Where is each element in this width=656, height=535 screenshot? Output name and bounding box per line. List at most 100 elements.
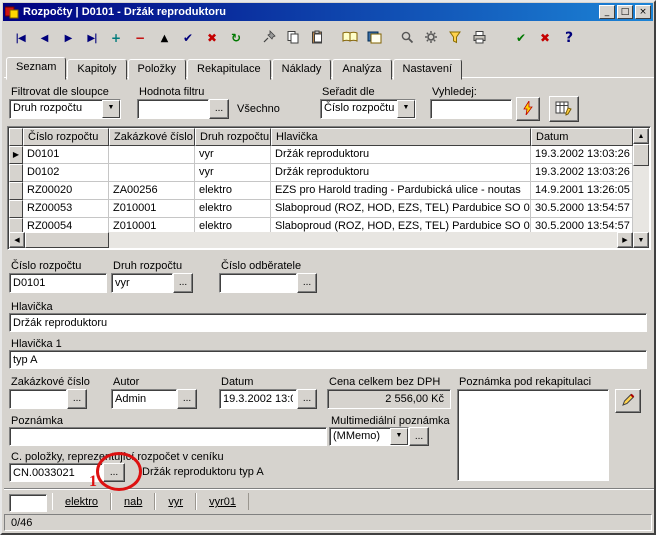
- filter-value-input[interactable]: [137, 99, 209, 119]
- refresh-button[interactable]: ↻: [224, 26, 248, 50]
- tab-naklady[interactable]: Náklady: [272, 59, 332, 80]
- table-row[interactable]: RZ00054 Z010001 elektro Slaboproud (ROZ,…: [9, 218, 633, 232]
- app-window: Rozpočty | D0101 - Držák reproduktoru _ …: [0, 0, 656, 535]
- cislo-rozpoctu-input[interactable]: [9, 273, 107, 293]
- quicktab-nab[interactable]: nab: [111, 493, 155, 510]
- column-header-datum[interactable]: Datum: [531, 128, 633, 146]
- gear-icon: [424, 30, 438, 47]
- quicktab-elektro[interactable]: elektro: [52, 493, 111, 510]
- minimize-button[interactable]: _: [599, 5, 615, 19]
- quicktab-vyr01[interactable]: vyr01: [196, 493, 249, 510]
- column-header-cislo[interactable]: Číslo rozpočtu: [23, 128, 109, 146]
- prior-record-button[interactable]: ◀: [32, 26, 56, 50]
- zakazkove-cislo-input[interactable]: [9, 389, 67, 409]
- price-list-copy-button[interactable]: [362, 26, 386, 50]
- chevron-down-icon[interactable]: ▼: [397, 100, 415, 118]
- confirm-button[interactable]: ✔: [509, 26, 533, 50]
- copy-button[interactable]: [281, 26, 305, 50]
- hscroll-thumb[interactable]: [25, 232, 109, 248]
- print-button[interactable]: [467, 26, 491, 50]
- poznamka-input[interactable]: [9, 427, 327, 446]
- help-button[interactable]: ?: [557, 26, 581, 50]
- poznamka-rekap-textarea[interactable]: [457, 389, 609, 481]
- toolbar-separator: [386, 26, 395, 50]
- tab-nastaveni[interactable]: Nastavení: [393, 59, 463, 80]
- filter-column-label: Filtrovat dle sloupce: [11, 86, 109, 98]
- scroll-left-icon[interactable]: ◀: [9, 232, 25, 248]
- druh-rozpoctu-input[interactable]: [111, 273, 173, 293]
- zakazkove-cislo-ellipsis-button[interactable]: ...: [67, 389, 87, 409]
- price-list-button[interactable]: [338, 26, 362, 50]
- chevron-down-icon[interactable]: ▼: [102, 100, 120, 118]
- scroll-right-icon[interactable]: ▶: [617, 232, 633, 248]
- column-header-hlavicka[interactable]: Hlavička: [271, 128, 531, 146]
- column-header-zakazka[interactable]: Zakázkové číslo: [109, 128, 195, 146]
- toolbar-separator: [248, 26, 257, 50]
- last-record-button[interactable]: ▶|: [80, 26, 104, 50]
- druh-rozpoctu-ellipsis-button[interactable]: ...: [173, 273, 193, 293]
- quicktab-vyr[interactable]: vyr: [155, 493, 196, 510]
- title-bar[interactable]: Rozpočty | D0101 - Držák reproduktoru _ …: [3, 3, 653, 21]
- table-row[interactable]: ▶ D0101 vyr Držák reproduktoru 19.3.2002…: [9, 146, 633, 164]
- quickfilter-input[interactable]: [9, 494, 47, 512]
- druh-rozpoctu-label: Druh rozpočtu: [113, 260, 182, 272]
- delete-record-button[interactable]: −: [128, 26, 152, 50]
- maximize-button[interactable]: □: [617, 5, 633, 19]
- cislo-odberatele-ellipsis-button[interactable]: ...: [297, 273, 317, 293]
- search-execute-button[interactable]: [516, 97, 540, 121]
- filter-button[interactable]: [443, 26, 467, 50]
- close-form-button[interactable]: ✖: [533, 26, 557, 50]
- cena-label: Cena celkem bez DPH: [329, 376, 440, 388]
- scroll-down-icon[interactable]: ▼: [633, 232, 649, 248]
- cancel-record-button[interactable]: ✖: [200, 26, 224, 50]
- table-row[interactable]: RZ00053 Z010001 elektro Slaboproud (ROZ,…: [9, 200, 633, 218]
- cislo-odberatele-input[interactable]: [219, 273, 297, 293]
- annotation-circle: [96, 452, 142, 491]
- hlavicka-input[interactable]: [9, 313, 647, 332]
- close-window-button[interactable]: ×: [635, 5, 651, 19]
- search-input[interactable]: [430, 99, 512, 119]
- status-bar: 0/46: [4, 514, 652, 531]
- paste-button[interactable]: [305, 26, 329, 50]
- tab-rekapitulace[interactable]: Rekapitulace: [187, 59, 271, 80]
- hlavicka1-input[interactable]: [9, 350, 647, 369]
- first-record-button[interactable]: |◀: [8, 26, 32, 50]
- toolbar-separator: [500, 26, 509, 50]
- tab-seznam[interactable]: Seznam: [6, 57, 66, 80]
- filter-value-ellipsis-button[interactable]: ...: [209, 99, 229, 119]
- tab-kapitoly[interactable]: Kapitoly: [67, 59, 126, 80]
- current-row-marker: ▶: [9, 146, 23, 164]
- table-row[interactable]: D0102 vyr Držák reproduktoru 19.3.2002 1…: [9, 164, 633, 182]
- tab-analyza[interactable]: Analýza: [332, 59, 391, 80]
- edit-note-button[interactable]: [615, 389, 641, 413]
- pin-button[interactable]: [257, 26, 281, 50]
- hlavicka-label: Hlavička: [11, 301, 53, 313]
- post-record-button[interactable]: ✔: [176, 26, 200, 50]
- filter-column-combo[interactable]: Druh rozpočtu ▼: [9, 99, 121, 119]
- browse-button[interactable]: [549, 96, 579, 122]
- edit-record-button[interactable]: ▲: [152, 26, 176, 50]
- multimedia-combo[interactable]: (MMemo) ▼: [329, 427, 409, 446]
- column-header-druh[interactable]: Druh rozpočtu: [195, 128, 271, 146]
- sort-combo[interactable]: Číslo rozpočtu ▼: [320, 99, 416, 119]
- autor-input[interactable]: [111, 389, 177, 409]
- next-record-button[interactable]: ▶: [56, 26, 80, 50]
- search-button[interactable]: [395, 26, 419, 50]
- scroll-up-icon[interactable]: ▲: [633, 128, 649, 144]
- funnel-icon: [448, 30, 462, 47]
- table-row[interactable]: RZ00020 ZA00256 elektro EZS pro Harold t…: [9, 182, 633, 200]
- datum-ellipsis-button[interactable]: ...: [297, 389, 317, 409]
- settings-button[interactable]: [419, 26, 443, 50]
- grid-vertical-scrollbar[interactable]: ▲ ▼: [633, 128, 649, 248]
- autor-ellipsis-button[interactable]: ...: [177, 389, 197, 409]
- multimedia-ellipsis-button[interactable]: ...: [409, 427, 429, 446]
- tab-polozky[interactable]: Položky: [128, 59, 187, 80]
- budget-grid[interactable]: Číslo rozpočtu Zakázkové číslo Druh rozp…: [7, 126, 651, 250]
- vscroll-thumb[interactable]: [633, 144, 649, 166]
- datum-input[interactable]: [219, 389, 297, 409]
- chevron-down-icon[interactable]: ▼: [390, 428, 408, 445]
- insert-record-button[interactable]: +: [104, 26, 128, 50]
- poznamka-rekap-label: Poznámka pod rekapitulaci: [459, 376, 591, 388]
- grid-horizontal-scrollbar[interactable]: ◀ ▶: [9, 232, 633, 248]
- sort-label: Seřadit dle: [322, 86, 375, 98]
